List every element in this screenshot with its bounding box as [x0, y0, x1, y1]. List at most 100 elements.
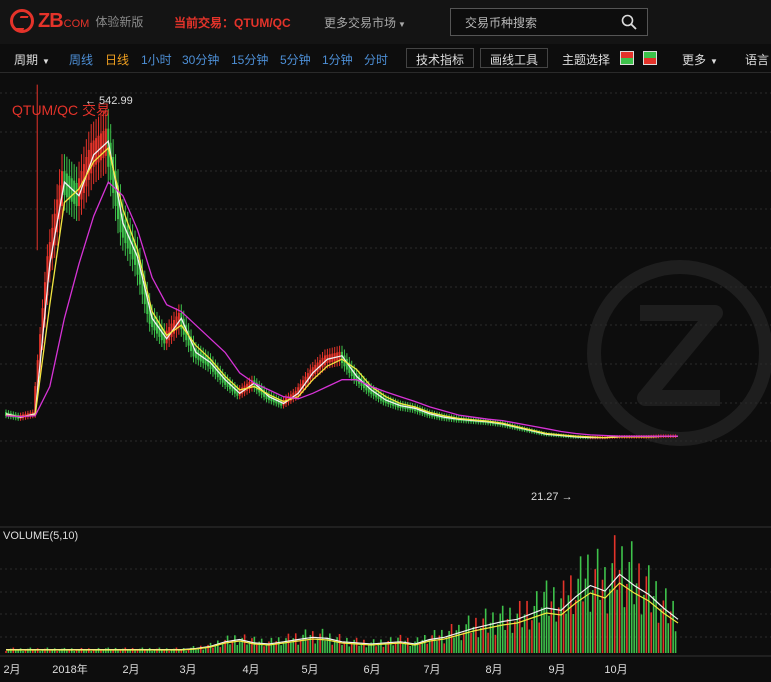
- volume-bar: [465, 624, 467, 653]
- volume-bar: [66, 650, 68, 653]
- volume-bar: [431, 635, 433, 653]
- volume-bar: [531, 620, 533, 653]
- theme-green-red-swatch[interactable]: [643, 51, 657, 65]
- volume-bar: [402, 643, 404, 653]
- volume-bar: [441, 629, 443, 653]
- min-price-label: 21.27 →: [531, 491, 573, 503]
- language-menu[interactable]: 语言: [745, 51, 769, 68]
- volume-bar: [238, 641, 241, 653]
- volume-bar: [380, 639, 382, 653]
- volume-bar: [100, 650, 102, 653]
- volume-bar: [433, 630, 436, 653]
- volume-bar: [609, 589, 611, 653]
- period-label: 周期: [14, 53, 39, 67]
- volume-bar: [630, 541, 633, 653]
- volume-bar: [626, 583, 628, 653]
- volume-bar: [560, 598, 562, 653]
- volume-bar: [594, 569, 597, 653]
- interval-15m[interactable]: 15分钟: [231, 51, 268, 68]
- volume-bar: [589, 611, 592, 653]
- interval-5m[interactable]: 5分钟: [280, 51, 311, 68]
- watermark-logo-icon: [587, 260, 771, 446]
- volume-bar: [521, 627, 523, 653]
- x-tick-label: 7月: [423, 664, 441, 676]
- volume-bar: [39, 650, 41, 653]
- interval-timeline[interactable]: 分时: [364, 51, 388, 68]
- volume-bar: [199, 645, 202, 653]
- candles: [5, 84, 677, 440]
- volume-bar: [226, 635, 229, 653]
- volume-bar: [426, 643, 429, 653]
- volume-bar: [665, 588, 667, 653]
- volume-bar: [399, 634, 402, 653]
- x-tick-label: 2月: [122, 664, 140, 676]
- volume-bar: [268, 641, 270, 653]
- volume-bar: [436, 640, 438, 653]
- volume-bar: [294, 633, 297, 653]
- volume-bar: [151, 650, 153, 653]
- volume-bar: [299, 639, 302, 653]
- volume-bar: [587, 554, 589, 653]
- volume-bar: [672, 600, 674, 653]
- volume-bar: [14, 650, 17, 653]
- volume-bar: [640, 614, 643, 653]
- volume-bar: [450, 624, 453, 653]
- pair-search-box[interactable]: [450, 8, 648, 36]
- volume-bar: [599, 599, 601, 653]
- theme-red-green-swatch[interactable]: [620, 51, 634, 65]
- volume-bar: [501, 605, 504, 653]
- volume-bar: [467, 615, 470, 653]
- volume-bar: [647, 565, 650, 653]
- volume-bar: [280, 645, 282, 653]
- period-dropdown[interactable]: 周期 ▼: [14, 51, 50, 68]
- volume-bar: [419, 644, 421, 653]
- interval-daily[interactable]: 日线: [105, 51, 129, 68]
- volume-bar: [562, 580, 565, 653]
- new-version-link[interactable]: 体验新版: [95, 13, 143, 30]
- interval-30m[interactable]: 30分钟: [182, 51, 219, 68]
- volume-bar: [73, 650, 75, 653]
- volume-bar: [660, 608, 662, 653]
- more-markets-dropdown[interactable]: 更多交易市场 ▼: [324, 14, 406, 31]
- search-icon[interactable]: [621, 14, 637, 30]
- volume-bar: [324, 640, 326, 653]
- more-dropdown[interactable]: 更多 ▼: [682, 51, 718, 68]
- volume-bar: [526, 600, 528, 653]
- volume-bar: [487, 632, 489, 653]
- volume-bar: [90, 650, 93, 653]
- search-input[interactable]: [463, 13, 617, 33]
- top-navigation-bar: ZB COM 体验新版 当前交易：QTUM/QC 更多交易市场 ▼: [0, 0, 771, 44]
- moving-average-lines: [5, 139, 678, 439]
- volume-bar: [385, 644, 387, 653]
- volume-bar: [134, 650, 136, 653]
- volume-bar: [212, 647, 214, 653]
- volume-bar: [348, 646, 351, 653]
- volume-bar: [234, 635, 236, 653]
- logo-suffix: COM: [63, 18, 90, 30]
- kline-chart-area[interactable]: QTUM/QC 交易 ← 542.99 21.27 → VOLUME(5,10)…: [0, 73, 771, 682]
- volume-bar: [553, 587, 555, 653]
- volume-bar: [358, 645, 360, 653]
- volume-bar: [219, 647, 222, 653]
- volume-bar: [555, 621, 558, 653]
- volume-bar: [514, 621, 516, 653]
- volume-bar: [499, 613, 502, 653]
- x-tick-label: 4月: [242, 664, 260, 676]
- volume-bar: [613, 535, 616, 653]
- volume-bar: [290, 642, 292, 653]
- volume-bar: [611, 563, 614, 653]
- volume-bar: [209, 642, 212, 653]
- volume-bar: [591, 590, 594, 653]
- technical-indicators-button[interactable]: 技术指标: [406, 48, 475, 68]
- interval-1h[interactable]: 1小时: [141, 51, 172, 68]
- volume-bar: [273, 644, 275, 653]
- interval-weekly[interactable]: 周线: [69, 51, 93, 68]
- volume-bar: [341, 644, 343, 653]
- zb-logo[interactable]: ZB COM 体验新版: [10, 8, 143, 34]
- volume-bar: [260, 638, 263, 653]
- volume-bar: [645, 576, 648, 653]
- drawing-tools-button[interactable]: 画线工具: [480, 48, 549, 68]
- kline-chart-svg[interactable]: [0, 73, 771, 682]
- volume-bar: [253, 636, 256, 653]
- interval-1m[interactable]: 1分钟: [322, 51, 353, 68]
